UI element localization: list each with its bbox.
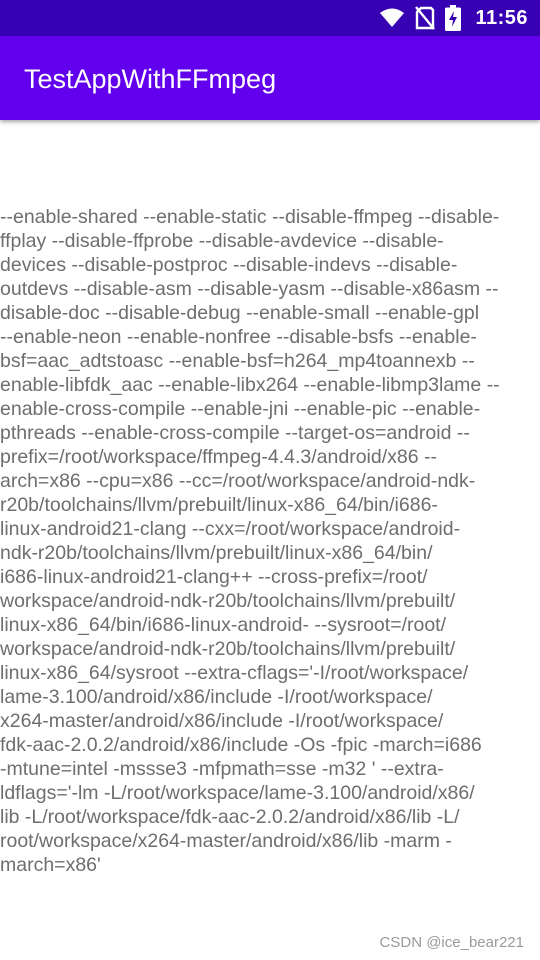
config-line: ldflags='-lm -L/root/workspace/lame-3.10… [0,782,475,804]
status-time: 11:56 [475,6,528,29]
config-line: workspace/android-ndk-r20b/toolchains/ll… [0,638,456,660]
config-line: prefix=/root/workspace/ffmpeg-4.4.3/andr… [0,446,437,468]
config-line: bsf=aac_adtstoasc --enable-bsf=h264_mp4t… [0,350,475,372]
config-line: x264-master/android/x86/include -I/root/… [0,710,444,732]
config-line: ndk-r20b/toolchains/llvm/prebuilt/linux-… [0,542,433,564]
config-line: march=x86' [0,854,101,876]
ffmpeg-config-text: --enable-shared --enable-static --disabl… [0,205,540,877]
config-line: ffplay --disable-ffprobe --disable-avdev… [0,230,444,252]
config-line: enable-cross-compile --enable-jni --enab… [0,398,481,420]
config-line: linux-x86_64/bin/i686-linux-android- --s… [0,614,447,636]
wifi-icon [379,7,405,29]
app-bar: TestAppWithFFmpeg [0,36,540,120]
config-line: fdk-aac-2.0.2/android/x86/include -Os -f… [0,734,482,756]
config-line: --enable-neon --enable-nonfree --disable… [0,326,477,348]
content-area: --enable-shared --enable-static --disabl… [0,120,540,940]
config-line: -mtune=intel -mssse3 -mfpmath=sse -m32 '… [0,758,444,780]
config-line: devices --disable-postproc --disable-ind… [0,254,458,276]
config-line: linux-x86_64/sysroot --extra-cflags='-I/… [0,662,469,684]
config-line: linux-android21-clang --cxx=/root/worksp… [0,518,461,540]
config-line: enable-libfdk_aac --enable-libx264 --ena… [0,374,500,396]
config-line: outdevs --disable-asm --disable-yasm --d… [0,278,499,300]
config-line: lib -L/root/workspace/fdk-aac-2.0.2/andr… [0,806,460,828]
config-line: workspace/android-ndk-r20b/toolchains/ll… [0,590,456,612]
config-line: pthreads --enable-cross-compile --target… [0,422,470,444]
config-line: r20b/toolchains/llvm/prebuilt/linux-x86_… [0,494,438,516]
app-title: TestAppWithFFmpeg [24,64,277,94]
status-bar: 11:56 [0,0,540,36]
battery-charging-icon [445,5,462,31]
config-line: arch=x86 --cpu=x86 --cc=/root/workspace/… [0,470,476,492]
no-sim-icon [415,6,436,30]
config-line: disable-doc --disable-debug --enable-sma… [0,302,480,324]
config-line: --enable-shared --enable-static --disabl… [0,206,500,228]
config-line: root/workspace/x264-master/android/x86/l… [0,830,452,852]
config-line: lame-3.100/android/x86/include -I/root/w… [0,686,433,708]
status-icons: 11:56 [379,0,528,36]
config-line: i686-linux-android21-clang++ --cross-pre… [0,566,428,588]
watermark: CSDN @ice_bear221 [379,934,524,951]
